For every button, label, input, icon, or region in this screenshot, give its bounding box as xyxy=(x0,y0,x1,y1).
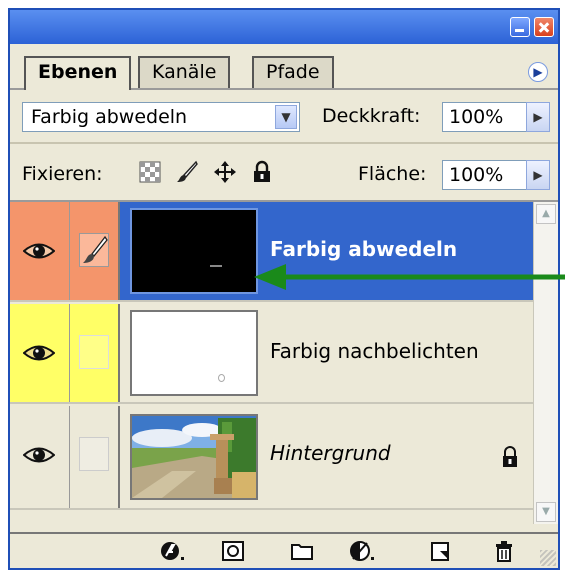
layer-list: Farbig abwedeln Farbig nachbelichten Hin… xyxy=(10,202,533,522)
minimize-button[interactable] xyxy=(510,17,530,37)
scroll-down-button[interactable]: ▼ xyxy=(536,502,556,522)
link-box xyxy=(79,437,109,471)
brush-icon xyxy=(79,233,109,267)
adjustment-layer-icon[interactable] xyxy=(350,540,374,562)
eye-icon[interactable] xyxy=(23,240,55,262)
eye-icon[interactable] xyxy=(23,444,55,466)
blend-mode-value: Farbig abwedeln xyxy=(31,106,188,128)
visibility-cell[interactable] xyxy=(10,304,70,402)
visibility-cell[interactable] xyxy=(10,406,70,508)
padlock-icon[interactable] xyxy=(250,160,274,184)
fill-label: Fläche: xyxy=(358,163,427,185)
layer-style-icon[interactable] xyxy=(160,540,184,562)
tab-ebenen[interactable]: Ebenen xyxy=(24,56,132,90)
link-cell[interactable] xyxy=(70,406,120,508)
layer-mask-icon[interactable] xyxy=(221,540,245,562)
opacity-label: Deckkraft: xyxy=(322,105,421,127)
lock-label: Fixieren: xyxy=(22,163,103,185)
layer-name: Farbig abwedeln xyxy=(270,237,458,261)
resize-grip[interactable] xyxy=(540,550,556,566)
link-cell[interactable] xyxy=(70,304,120,402)
layer-thumbnail xyxy=(130,208,258,294)
layer-thumbnail xyxy=(130,310,258,396)
fill-input[interactable]: 100% xyxy=(442,160,530,190)
layer-name: Hintergrund xyxy=(270,441,391,465)
close-button[interactable] xyxy=(534,17,554,37)
fill-value: 100% xyxy=(449,164,504,186)
layer-lock-icon xyxy=(500,446,520,468)
new-layer-icon[interactable] xyxy=(428,540,452,562)
blend-opacity-row: Farbig abwedeln ▼ Deckkraft: 100% ▶ xyxy=(10,92,558,144)
scroll-up-button[interactable]: ▲ xyxy=(536,204,556,224)
tab-bar: Ebenen Kanäle Pfade ▶ xyxy=(10,44,558,90)
transparency-lock-icon[interactable] xyxy=(138,160,162,184)
lock-fill-row: Fixieren: Fläche: 100% ▶ xyxy=(10,146,558,202)
opacity-slider-button[interactable]: ▶ xyxy=(526,102,550,132)
layer-row-hintergrund[interactable]: Hintergrund xyxy=(10,406,533,510)
layer-row-farbig-nachbelichten[interactable]: Farbig nachbelichten xyxy=(10,304,533,404)
new-group-icon[interactable] xyxy=(290,540,314,562)
layer-thumbnail xyxy=(130,414,258,500)
layer-name: Farbig nachbelichten xyxy=(270,339,479,363)
title-bar xyxy=(10,10,558,44)
chevron-down-icon[interactable]: ▼ xyxy=(275,105,297,129)
link-cell[interactable] xyxy=(70,202,120,300)
link-box xyxy=(79,335,109,369)
palette-menu-icon[interactable]: ▶ xyxy=(528,62,548,82)
tab-pfade[interactable]: Pfade xyxy=(252,56,334,88)
layer-scrollbar[interactable]: ▲ ▼ xyxy=(533,202,558,524)
fill-slider-button[interactable]: ▶ xyxy=(526,160,550,190)
blend-mode-select[interactable]: Farbig abwedeln ▼ xyxy=(22,102,300,132)
brush-lock-icon[interactable] xyxy=(175,160,199,184)
layer-actions-bar xyxy=(10,532,558,568)
annotation-arrow-icon xyxy=(254,264,565,290)
tab-kanaele[interactable]: Kanäle xyxy=(138,56,231,88)
trash-icon[interactable] xyxy=(492,540,516,562)
move-lock-icon[interactable] xyxy=(213,160,237,184)
opacity-value: 100% xyxy=(449,106,504,128)
visibility-cell[interactable] xyxy=(10,202,70,300)
opacity-input[interactable]: 100% xyxy=(442,102,530,132)
eye-icon[interactable] xyxy=(23,342,55,364)
